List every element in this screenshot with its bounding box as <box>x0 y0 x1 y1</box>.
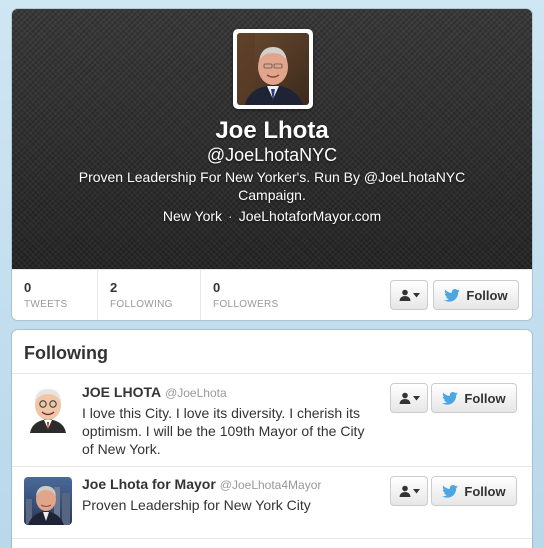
person-icon <box>399 289 410 301</box>
follow-button[interactable]: Follow <box>431 383 517 413</box>
stat-tweets-label: TWEETS <box>24 299 68 310</box>
stats-bar: 0 TWEETS 2 FOLLOWING 0 FOLLOWERS Follow <box>12 269 532 320</box>
profile-url-link[interactable]: JoeLhotaforMayor.com <box>239 208 381 224</box>
caret-down-icon <box>412 395 420 400</box>
caret-down-icon <box>412 292 420 297</box>
stat-followers[interactable]: 0 FOLLOWERS <box>200 270 310 320</box>
profile-header: Joe Lhota @JoeLhotaNYC Proven Leadership… <box>12 9 532 269</box>
user-screenname[interactable]: @JoeLhota4Mayor <box>220 478 322 492</box>
profile-bio: Proven Leadership For New Yorker's. Run … <box>78 169 466 203</box>
stat-tweets-value: 0 <box>24 280 32 295</box>
stat-following-label: FOLLOWING <box>110 299 173 310</box>
profile-avatar[interactable] <box>233 29 313 109</box>
user-fullname[interactable]: JOE LHOTA <box>82 384 161 400</box>
stat-followers-label: FOLLOWERS <box>213 299 279 310</box>
follow-button-label: Follow <box>464 390 506 406</box>
user-actions-dropdown-button[interactable] <box>390 383 428 413</box>
user-content: JOE LHOTA @JoeLhota I love this City. I l… <box>82 384 372 458</box>
profile-photo-icon <box>237 33 309 105</box>
follow-button[interactable]: Follow <box>431 476 517 506</box>
user-avatar[interactable] <box>24 477 72 525</box>
following-user-row[interactable]: JOE LHOTA @JoeLhota I love this City. I l… <box>12 375 532 467</box>
follow-button-label: Follow <box>466 287 508 303</box>
stat-followers-value: 0 <box>213 280 221 295</box>
user-actions-dropdown-button[interactable] <box>390 280 428 310</box>
twitter-bird-icon <box>442 391 459 405</box>
user-avatar[interactable] <box>24 385 72 433</box>
follow-button-label: Follow <box>464 483 506 499</box>
stat-following-value: 2 <box>110 280 118 295</box>
user-screenname[interactable]: @JoeLhota <box>165 386 227 400</box>
user-content: Joe Lhota for Mayor @JoeLhota4Mayor Prove… <box>82 476 372 514</box>
twitter-bird-icon <box>444 288 461 302</box>
photo-avatar-icon <box>24 477 72 525</box>
following-panel-header: Following <box>12 330 532 374</box>
caricature-avatar-icon <box>24 385 72 433</box>
following-panel: Following JOE LHOTA @JoeLhota I love this… <box>12 330 532 548</box>
meta-separator: · <box>228 208 233 224</box>
person-icon <box>399 485 410 497</box>
profile-location: New York <box>162 208 223 224</box>
profile-handle[interactable]: @JoeLhotaNYC <box>12 145 532 166</box>
profile-card: Joe Lhota @JoeLhotaNYC Proven Leadership… <box>12 9 532 320</box>
profile-meta: New York · JoeLhotaforMayor.com <box>12 208 532 224</box>
user-actions-dropdown-button[interactable] <box>390 476 428 506</box>
caret-down-icon <box>412 488 420 493</box>
user-fullname[interactable]: Joe Lhota for Mayor <box>82 476 216 492</box>
user-bio: I love this City. I love its diversity. … <box>82 405 365 457</box>
following-panel-title: Following <box>24 343 108 363</box>
following-user-row[interactable]: Joe Lhota for Mayor @JoeLhota4Mayor Prove… <box>12 467 532 539</box>
person-icon <box>399 392 410 404</box>
follow-button[interactable]: Follow <box>433 280 519 310</box>
twitter-bird-icon <box>442 484 459 498</box>
profile-name: Joe Lhota <box>215 117 329 144</box>
stat-following[interactable]: 2 FOLLOWING <box>97 270 200 320</box>
user-bio: Proven Leadership for New York City <box>82 497 311 513</box>
stat-tweets[interactable]: 0 TWEETS <box>12 270 97 320</box>
